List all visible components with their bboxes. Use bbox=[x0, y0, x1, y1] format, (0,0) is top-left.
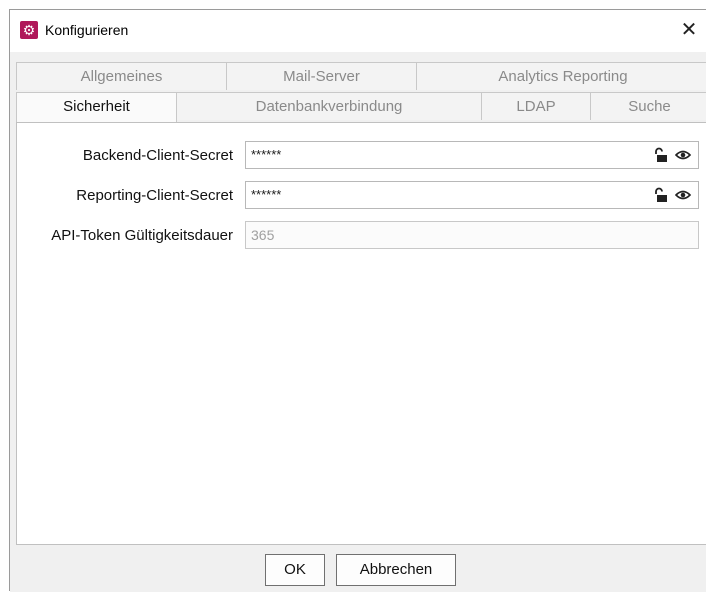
title-bar: ⚙ Konfigurieren ✕ bbox=[10, 10, 706, 52]
backend-secret-field[interactable]: ****** bbox=[245, 141, 699, 169]
unlock-icon[interactable] bbox=[652, 147, 668, 163]
tab-datenbankverbindung[interactable]: Datenbankverbindung bbox=[176, 92, 482, 120]
tab-ldap[interactable]: LDAP bbox=[481, 92, 591, 120]
gear-icon: ⚙ bbox=[20, 21, 38, 39]
backend-secret-value: ****** bbox=[251, 147, 282, 162]
tab-row-top: Allgemeines Mail-Server Analytics Report… bbox=[16, 62, 706, 90]
tab-row-bottom: Sicherheit Datenbankverbindung LDAP Such… bbox=[16, 92, 706, 124]
token-validity-label: API-Token Gültigkeitsdauer bbox=[51, 227, 233, 244]
tab-allgemeines[interactable]: Allgemeines bbox=[16, 62, 227, 90]
reporting-secret-field[interactable]: ****** bbox=[245, 181, 699, 209]
security-panel: Backend-Client-Secret ****** Reporting-C… bbox=[16, 122, 706, 545]
dialog-title: Konfigurieren bbox=[45, 22, 129, 38]
reporting-secret-label: Reporting-Client-Secret bbox=[76, 187, 233, 204]
close-button[interactable]: ✕ bbox=[672, 13, 706, 47]
dialog-footer: OK Abbrechen bbox=[10, 545, 706, 592]
tab-suche[interactable]: Suche bbox=[590, 92, 706, 120]
config-dialog: ⚙ Konfigurieren ✕ Allgemeines Mail-Serve… bbox=[9, 9, 706, 592]
token-validity-field: 365 bbox=[245, 221, 699, 249]
tab-analytics-reporting[interactable]: Analytics Reporting bbox=[416, 62, 706, 90]
eye-icon[interactable] bbox=[675, 189, 691, 201]
tab-mail-server[interactable]: Mail-Server bbox=[226, 62, 417, 90]
eye-icon[interactable] bbox=[675, 149, 691, 161]
tab-sicherheit[interactable]: Sicherheit bbox=[16, 92, 177, 124]
cancel-button[interactable]: Abbrechen bbox=[336, 554, 456, 586]
reporting-secret-value: ****** bbox=[251, 187, 282, 202]
unlock-icon[interactable] bbox=[652, 187, 668, 203]
ok-button[interactable]: OK bbox=[265, 554, 325, 586]
backend-secret-label: Backend-Client-Secret bbox=[82, 147, 233, 164]
